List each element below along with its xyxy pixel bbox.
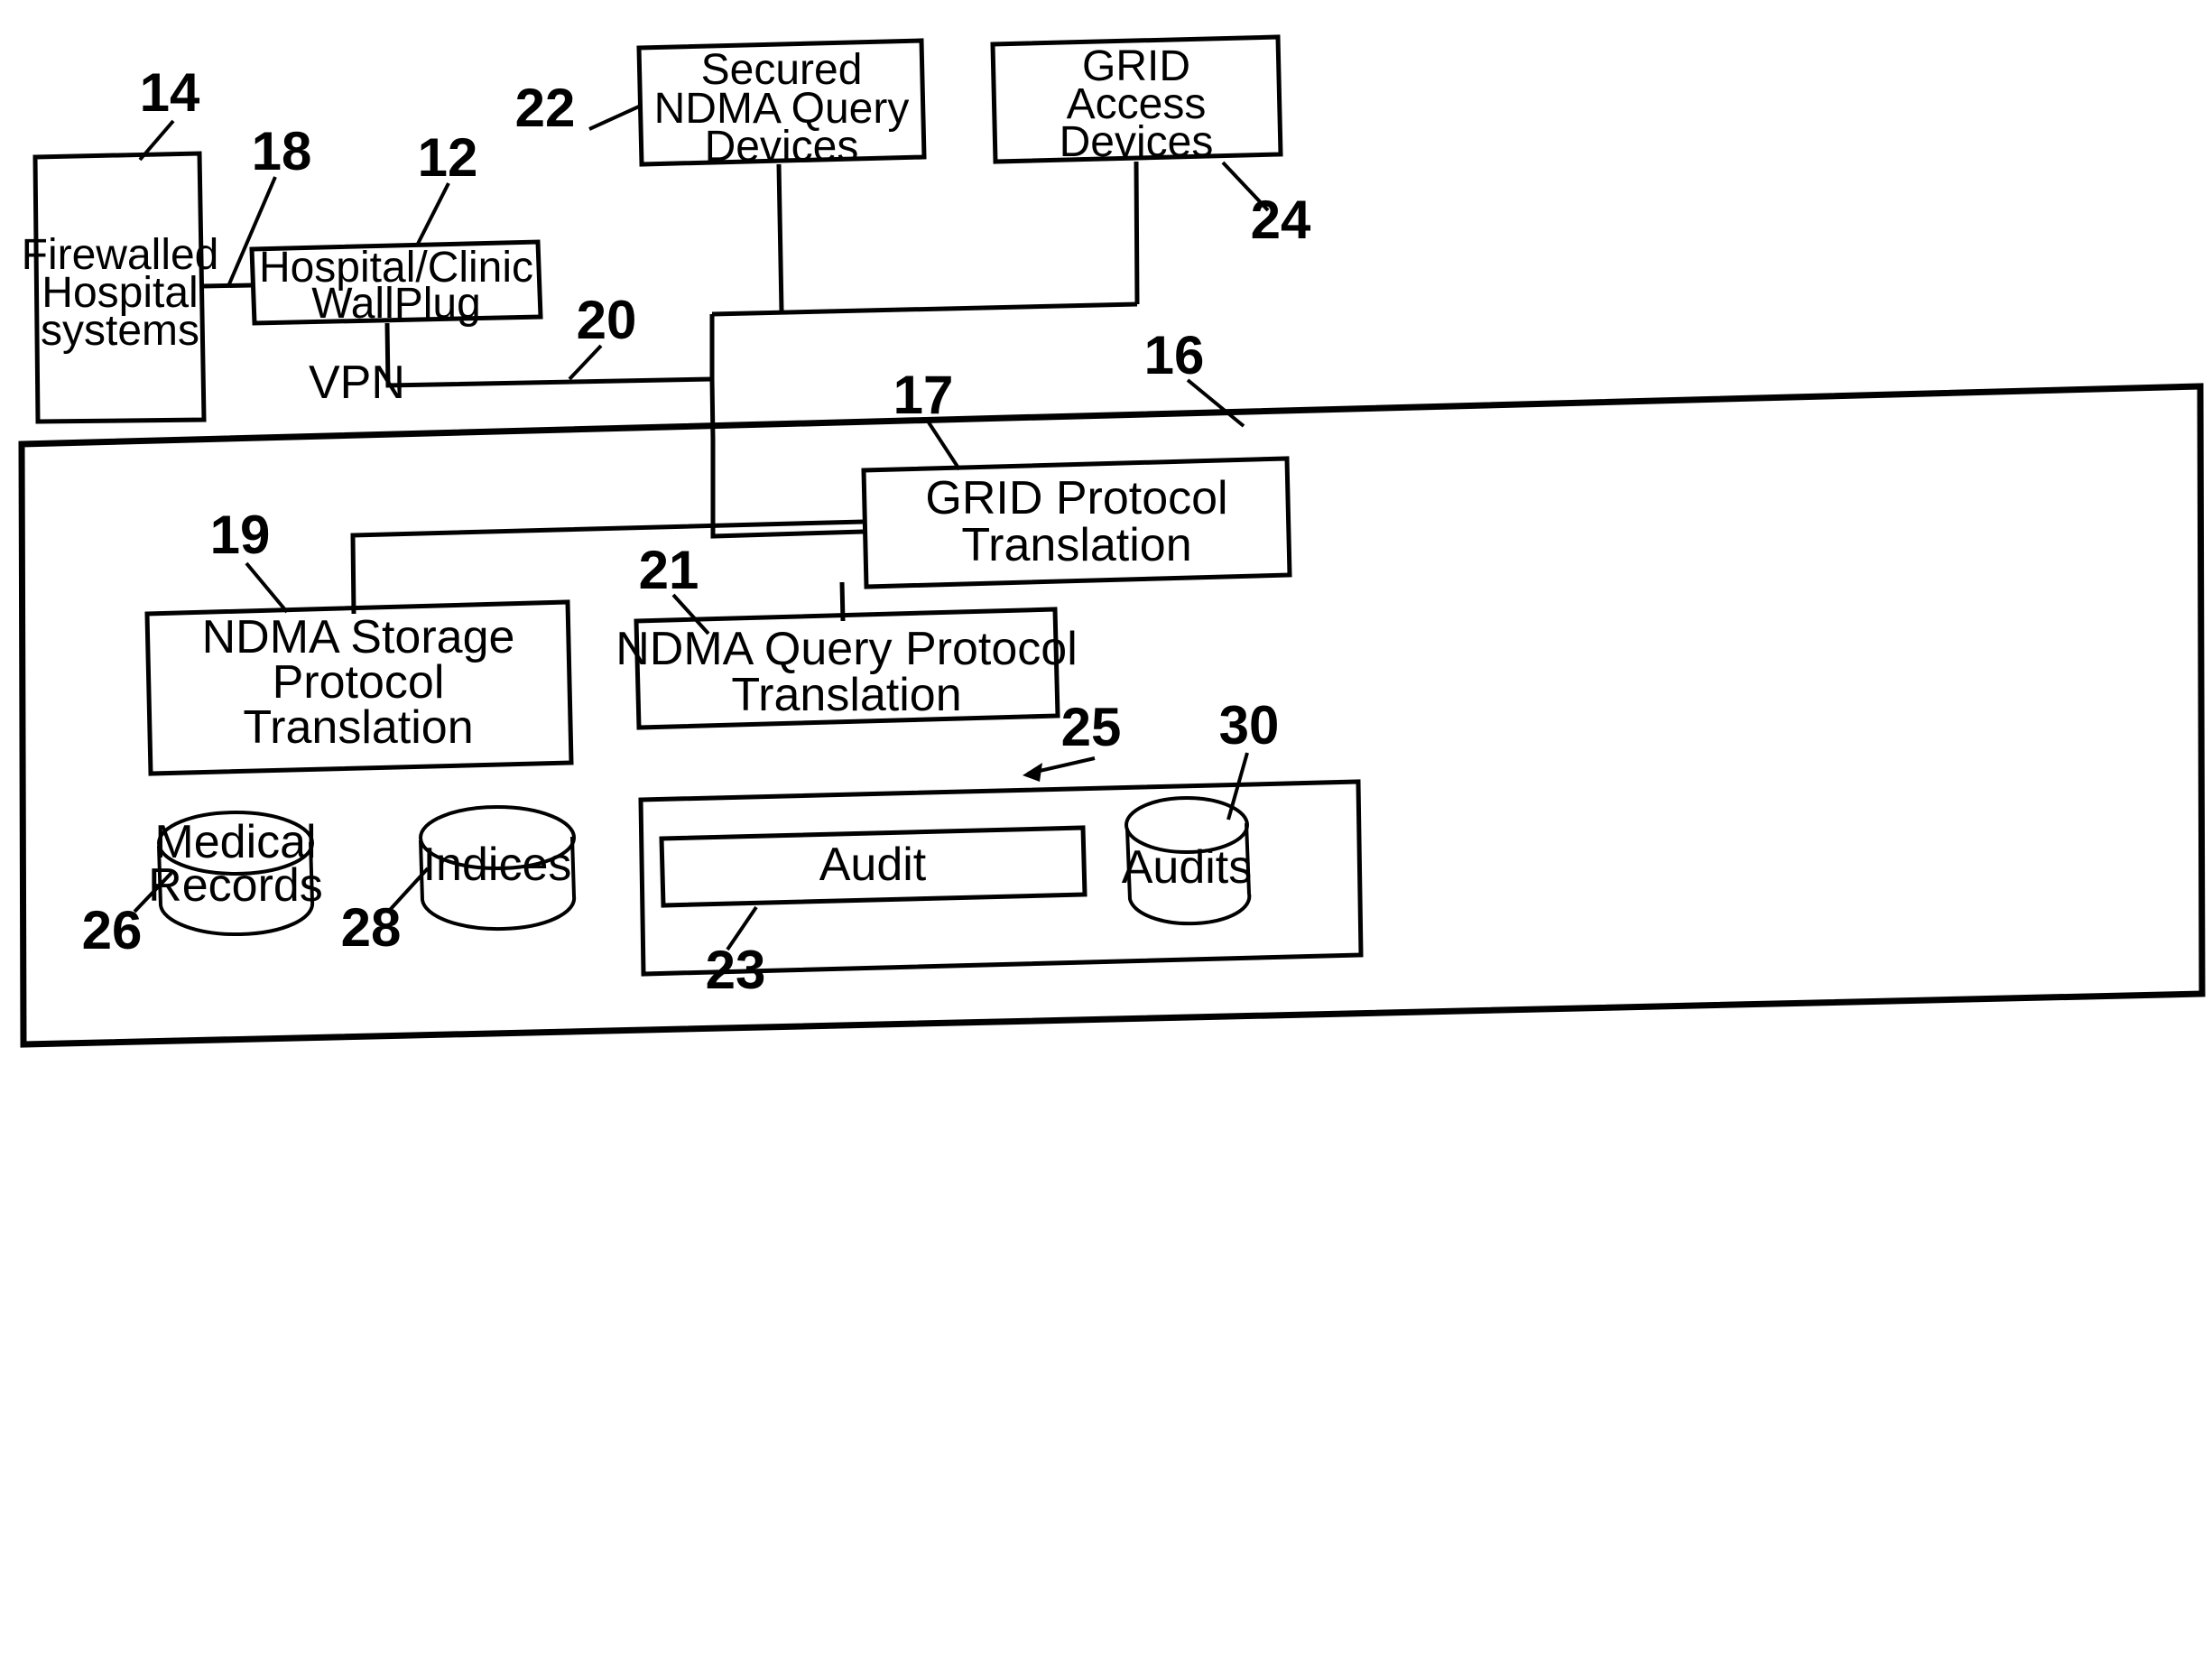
link-gridproto-to-query <box>839 581 846 622</box>
indices-line-1: Indices <box>423 839 572 891</box>
link-vpn <box>384 322 713 388</box>
firewalled-line-3: systems <box>41 307 199 355</box>
ref-17: 17 <box>893 365 961 471</box>
medical-line-2: Records <box>148 859 323 912</box>
ref-30: 30 <box>1219 695 1280 821</box>
ref-numeral-21: 21 <box>639 540 699 600</box>
audit-line-1: Audit <box>819 839 927 891</box>
ref-14: 14 <box>138 62 200 162</box>
ref-20: 20 <box>568 290 637 381</box>
node-audits-database: Audits <box>1122 796 1253 926</box>
secured-line-3: Devices <box>705 123 859 171</box>
ref-numeral-19: 19 <box>210 505 271 565</box>
audits-line-1: Audits <box>1122 841 1253 894</box>
link-secured-query-down <box>776 163 784 312</box>
ref-23: 23 <box>706 905 766 1000</box>
node-ndma-storage-protocol-translation: NDMA Storage Protocol Translation <box>144 599 574 776</box>
ref-numeral-24: 24 <box>1251 190 1311 250</box>
link-trunk-into-container <box>709 314 716 440</box>
storage-line-3: Translation <box>243 701 473 754</box>
grid-proto-line-1: GRID Protocol <box>925 472 1227 524</box>
grid-access-line-3: Devices <box>1060 118 1214 166</box>
node-firewalled-hospital-systems: Firewalled Hospital systems <box>22 151 218 424</box>
node-audit-box: Audit <box>659 825 1087 908</box>
ref-24: 24 <box>1221 161 1311 250</box>
ref-numeral-23: 23 <box>706 940 766 1000</box>
ref-numeral-17: 17 <box>893 365 954 425</box>
ref-numeral-22: 22 <box>515 78 576 138</box>
ref-numeral-28: 28 <box>341 897 402 958</box>
node-secured-ndma-query-devices: Secured NDMA Query Devices <box>636 38 927 171</box>
ref-12: 12 <box>415 127 478 246</box>
node-grid-access-devices: GRID Access Devices <box>990 34 1283 166</box>
arrowhead-icon <box>1023 763 1042 782</box>
ref-numeral-18: 18 <box>252 121 312 181</box>
ref-numeral-20: 20 <box>577 290 637 350</box>
ref-numeral-26: 26 <box>82 900 143 960</box>
grid-proto-line-2: Translation <box>961 519 1191 571</box>
ref-22: 22 <box>515 78 640 138</box>
wallplug-line-2: WallPlug <box>311 280 481 328</box>
ref-numeral-12: 12 <box>418 127 478 188</box>
node-hospital-clinic-wallplug: Hospital/Clinic WallPlug <box>249 239 543 328</box>
query-line-2: Translation <box>731 669 961 721</box>
patent-figure: Firewalled Hospital systems Hospital/Cli… <box>0 0 2212 1669</box>
ref-numeral-25: 25 <box>1061 697 1122 757</box>
ref-19: 19 <box>210 505 289 614</box>
ref-numeral-30: 30 <box>1219 695 1280 756</box>
link-grid-access-down <box>1134 161 1140 305</box>
ref-28: 28 <box>341 867 430 958</box>
node-indices-database: Indices <box>419 805 577 932</box>
ref-numeral-14: 14 <box>140 62 200 123</box>
ref-26: 26 <box>82 871 173 960</box>
node-ndma-query-protocol-translation: NDMA Query Protocol Translation <box>615 607 1078 730</box>
link-upper-bus <box>711 301 1138 317</box>
query-line-1: NDMA Query Protocol <box>615 623 1078 675</box>
ref-numeral-16: 16 <box>1144 325 1205 385</box>
node-medical-records-database: Medical Records <box>148 811 323 937</box>
vpn-label: VPN <box>309 357 405 409</box>
node-grid-protocol-translation: GRID Protocol Translation <box>861 456 1292 589</box>
ref-25: 25 <box>1023 697 1121 782</box>
